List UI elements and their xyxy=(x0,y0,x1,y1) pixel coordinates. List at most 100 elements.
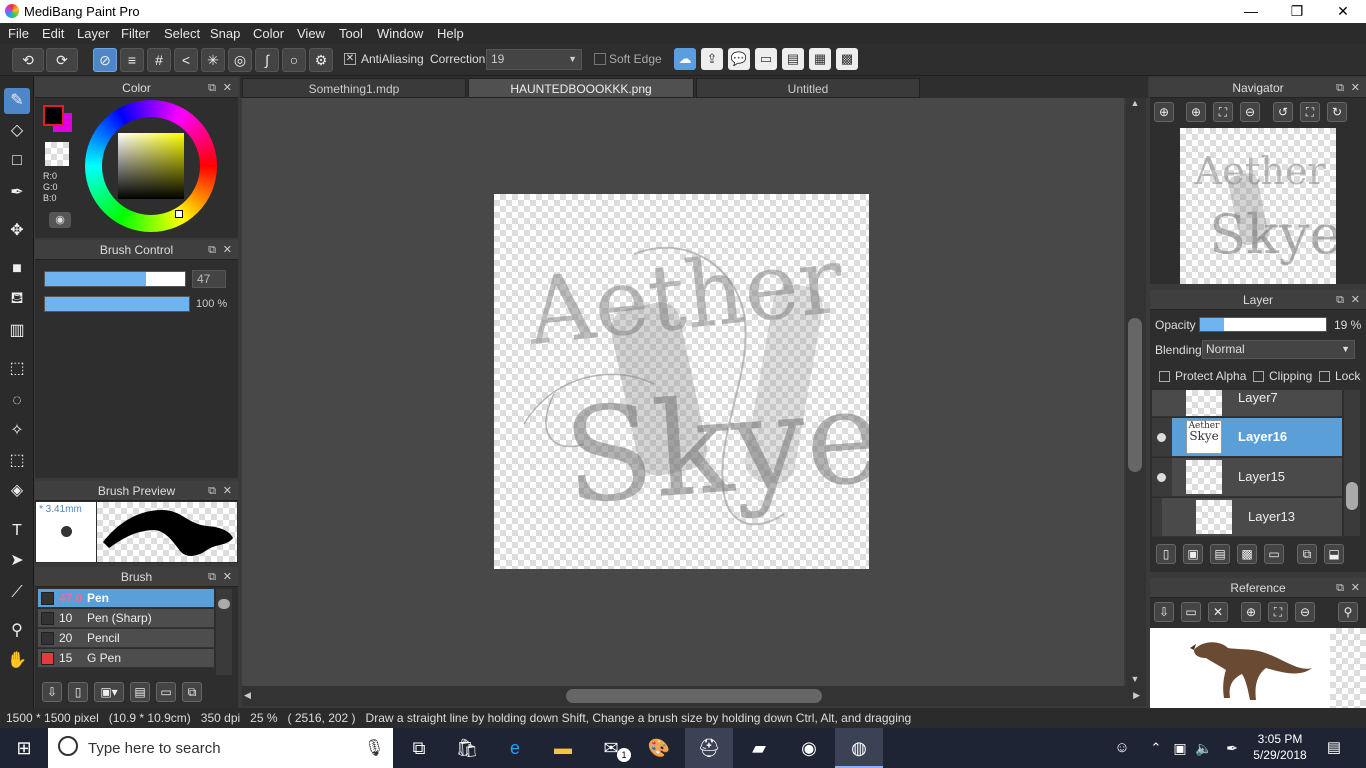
palette-button[interactable]: ◉ xyxy=(49,212,71,228)
new-brush-button[interactable]: ▯ xyxy=(68,682,88,702)
brush-tool[interactable]: ✎ xyxy=(4,88,30,114)
saturation-value-square[interactable] xyxy=(118,133,184,199)
visibility-eye-icon[interactable] xyxy=(1157,433,1166,442)
edge-button[interactable]: e xyxy=(491,728,539,768)
chat-button[interactable]: ▭ xyxy=(755,48,777,70)
menu-window[interactable]: Window xyxy=(377,26,423,41)
zoom-in-button[interactable]: ⊕ xyxy=(1154,102,1174,122)
new-color-layer-button[interactable]: ▣ xyxy=(1183,544,1203,564)
new-layer-button[interactable]: ▯ xyxy=(1156,544,1176,564)
hand-tool[interactable]: ✋ xyxy=(4,648,30,674)
blur-tool[interactable]: ✒ xyxy=(4,180,30,206)
chrome-button[interactable]: ◉ xyxy=(785,728,833,768)
reference-close-button[interactable]: ✕ xyxy=(1208,602,1228,622)
tab-document[interactable]: Something1.mdp xyxy=(242,78,466,98)
brush-property-button[interactable]: ▤ xyxy=(130,682,150,702)
visibility-eye-icon[interactable] xyxy=(1157,473,1166,482)
reference-zoom-out-button[interactable]: ⊖ xyxy=(1295,602,1315,622)
layer-item[interactable]: Layer13 xyxy=(1162,498,1342,537)
microphone-icon[interactable]: 🎙 xyxy=(364,738,384,758)
scrollbar-thumb[interactable] xyxy=(218,599,230,609)
bucket-tool[interactable]: ⛾ xyxy=(4,286,30,312)
taskbar-search[interactable]: Type here to search 🎙 xyxy=(48,728,393,768)
scroll-left-icon[interactable]: ◀ xyxy=(244,690,251,701)
brush-item[interactable]: 15 G Pen xyxy=(38,649,214,668)
correction-select[interactable]: 19 ▼ xyxy=(486,49,582,70)
redo-button[interactable]: ⟳ xyxy=(46,48,78,72)
material-button[interactable]: ▩ xyxy=(836,48,858,70)
text-tool[interactable]: T xyxy=(4,518,30,544)
vertical-scrollbar-thumb[interactable] xyxy=(1128,318,1142,472)
page-button[interactable]: ▤ xyxy=(782,48,804,70)
float-icon[interactable]: ⧉ xyxy=(208,240,216,260)
foreground-color-swatch[interactable] xyxy=(43,105,64,126)
brush-opacity-slider[interactable] xyxy=(44,296,190,312)
merge-layer-button[interactable]: ⬓ xyxy=(1324,544,1344,564)
protect-alpha-checkbox[interactable] xyxy=(1159,371,1170,382)
scroll-up-icon[interactable]: ▲ xyxy=(1128,98,1142,110)
file-explorer-button[interactable]: ▬ xyxy=(539,728,587,768)
action-center-button[interactable]: ▤ xyxy=(1314,728,1354,768)
snap-parallel-button[interactable]: ≡ xyxy=(120,48,144,72)
soft-edge-checkbox[interactable] xyxy=(594,53,606,65)
brush-add-menu-button[interactable]: ▣▾ xyxy=(94,682,124,702)
eraser-tool[interactable]: ◇ xyxy=(4,118,30,144)
gradient-tool[interactable]: ▥ xyxy=(4,318,30,344)
paint-app-button[interactable]: 🎨 xyxy=(635,728,683,768)
reset-view-button[interactable]: ⛶ xyxy=(1300,102,1320,122)
snap-off-button[interactable]: ⊘ xyxy=(93,48,117,72)
brush-size-slider[interactable] xyxy=(44,271,186,287)
brush-cloud-button[interactable]: ⇩ xyxy=(42,682,62,702)
reference-eyedropper-button[interactable]: ⚲ xyxy=(1338,602,1358,622)
menu-edit[interactable]: Edit xyxy=(42,26,64,41)
float-icon[interactable]: ⧉ xyxy=(1336,290,1344,310)
brush-list-scrollbar[interactable] xyxy=(216,589,232,675)
reference-open-button[interactable]: ▭ xyxy=(1181,602,1201,622)
drawing-canvas[interactable]: Aether Skye xyxy=(494,194,869,569)
menu-tool[interactable]: Tool xyxy=(339,26,363,41)
dot-tool[interactable]: □ xyxy=(4,148,30,174)
menu-layer[interactable]: Layer xyxy=(77,26,110,41)
game-app-button[interactable]: ⛑ xyxy=(685,728,733,768)
reference-image[interactable] xyxy=(1150,628,1330,708)
tray-overflow-button[interactable]: ⌃ xyxy=(1144,728,1168,768)
snap-ellipse-button[interactable]: ○ xyxy=(282,48,306,72)
share-button[interactable]: ⇪ xyxy=(701,48,723,70)
snap-curve-button[interactable]: ∫ xyxy=(255,48,279,72)
new-halftone-layer-button[interactable]: ▤ xyxy=(1210,544,1230,564)
maximize-button[interactable]: ❐ xyxy=(1274,0,1320,23)
menu-snap[interactable]: Snap xyxy=(210,26,240,41)
brush-folder-button[interactable]: ▭ xyxy=(156,682,176,702)
close-icon[interactable]: ✕ xyxy=(223,78,232,98)
menu-filter[interactable]: Filter xyxy=(121,26,150,41)
duplicate-layer-button[interactable]: ⧉ xyxy=(1297,544,1317,564)
lock-checkbox[interactable] xyxy=(1319,371,1330,382)
brush-item[interactable]: 47.0 Pen xyxy=(38,589,214,608)
layer-item-selected[interactable]: Aether Skye Layer16 xyxy=(1172,418,1342,457)
select-eraser-tool[interactable]: ◈ xyxy=(4,478,30,504)
new-folder-button[interactable]: ▭ xyxy=(1264,544,1284,564)
zoom-in-alt-button[interactable]: ⊕ xyxy=(1186,102,1206,122)
brush-size-value[interactable]: 47 xyxy=(192,270,226,288)
select-pen-tool[interactable]: ⬚ xyxy=(4,448,30,474)
magic-wand-tool[interactable]: ✧ xyxy=(4,418,30,444)
menu-help[interactable]: Help xyxy=(437,26,464,41)
network-button[interactable]: ▣ xyxy=(1168,728,1192,768)
undo-button[interactable]: ⟲ xyxy=(12,48,44,72)
layer-visibility-cell[interactable] xyxy=(1152,458,1172,497)
close-icon[interactable]: ✕ xyxy=(1351,290,1360,310)
fill-shape-tool[interactable]: ■ xyxy=(4,256,30,282)
menu-color[interactable]: Color xyxy=(253,26,284,41)
comment-button[interactable]: 💬 xyxy=(728,48,750,70)
hue-marker[interactable] xyxy=(175,210,183,218)
snap-grid-button[interactable]: # xyxy=(147,48,171,72)
pen-workspace-button[interactable]: ✒ xyxy=(1220,728,1244,768)
blending-select[interactable]: Normal ▼ xyxy=(1202,340,1355,359)
operation-tool[interactable]: ➤ xyxy=(4,548,30,574)
divide-tool[interactable]: ⟋ xyxy=(4,580,30,606)
close-icon[interactable]: ✕ xyxy=(1351,578,1360,598)
people-button[interactable]: ☺ xyxy=(1104,728,1140,768)
reference-fit-button[interactable]: ⛶ xyxy=(1268,602,1288,622)
scrollbar-thumb[interactable] xyxy=(1346,482,1358,510)
close-icon[interactable]: ✕ xyxy=(1351,78,1360,98)
